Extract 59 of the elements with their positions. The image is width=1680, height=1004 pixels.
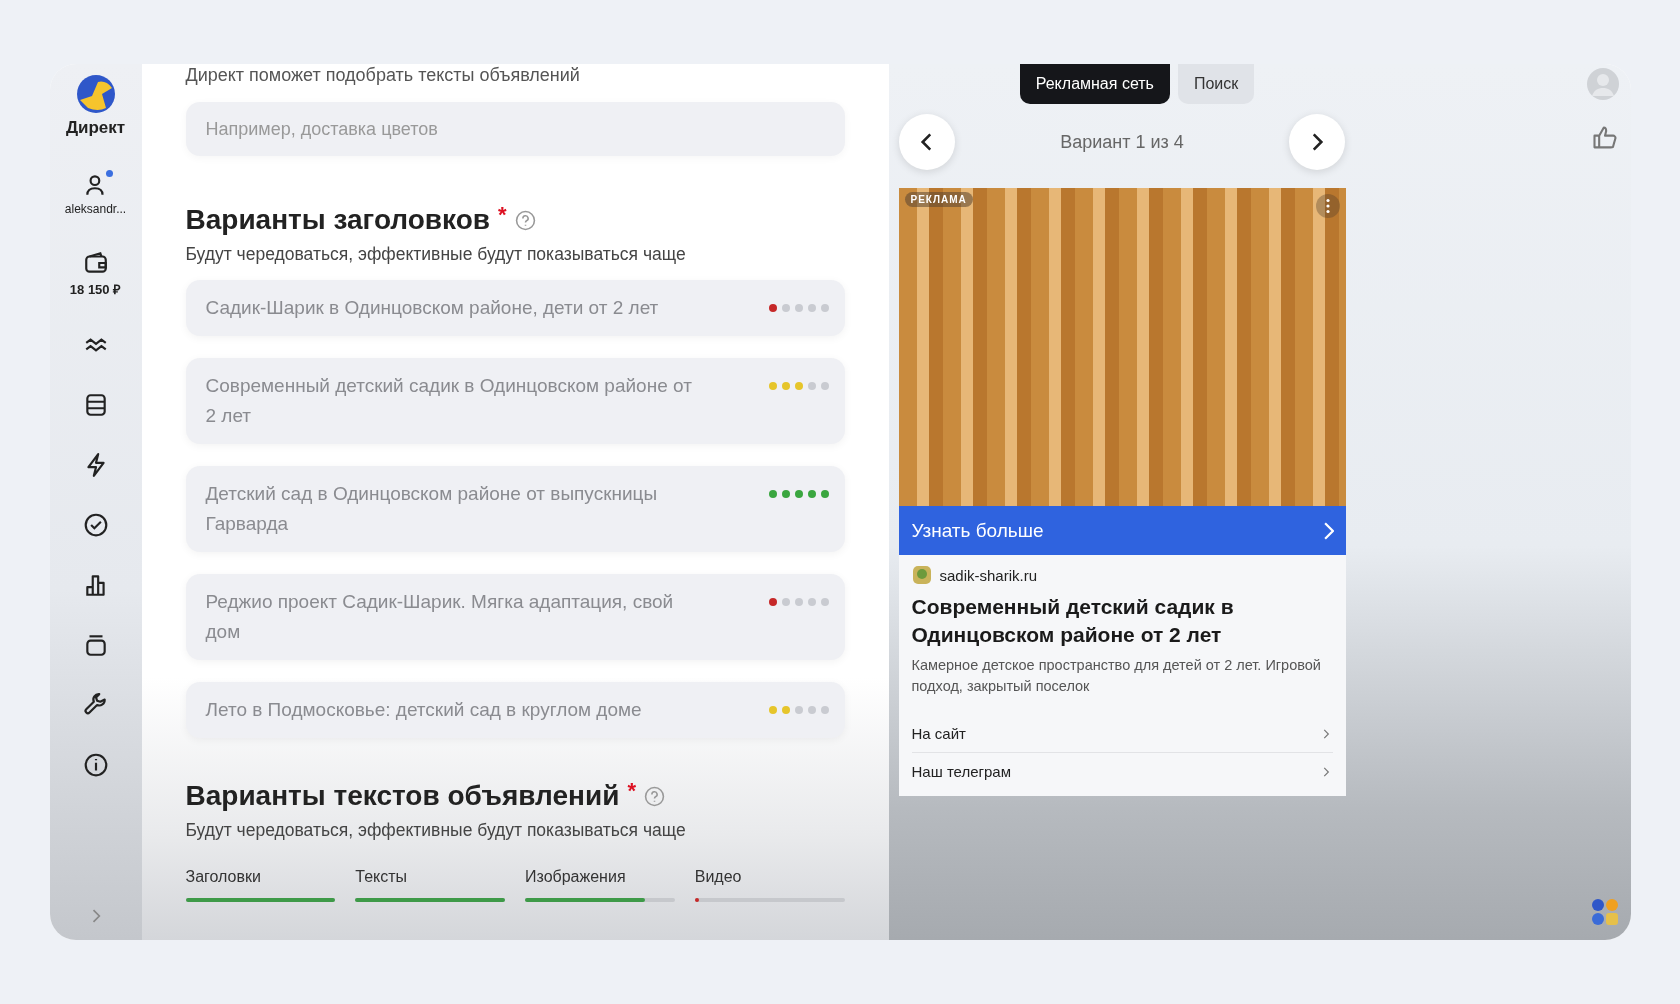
section-subtitle: Будут чередоваться, эффективные будут показываться чаще bbox=[185, 819, 687, 842]
more-icon[interactable] bbox=[1315, 194, 1340, 218]
checkmark-circle-icon[interactable] bbox=[82, 512, 109, 538]
chevron-right-icon bbox=[1323, 521, 1334, 540]
section-title: Варианты текстов объявлений bbox=[185, 779, 620, 813]
learn-more-button[interactable]: Узнать больше bbox=[898, 506, 1346, 555]
ad-title[interactable]: Современный детский садик в Одинцовском районе от 2 лет bbox=[911, 593, 1252, 649]
rating-dot bbox=[807, 304, 816, 312]
rating-dot bbox=[807, 598, 816, 606]
rating-dot bbox=[794, 706, 803, 714]
rating-dot bbox=[768, 706, 777, 714]
sitelink[interactable]: Наш телеграм bbox=[911, 752, 1333, 790]
logo-icon[interactable] bbox=[75, 74, 116, 114]
wallet-icon[interactable] bbox=[82, 250, 109, 276]
progress-label[interactable]: Видео bbox=[694, 868, 845, 886]
rating-dot bbox=[781, 382, 790, 390]
ad-domain[interactable]: sadik-sharik.ru bbox=[939, 566, 1038, 584]
rating-dot bbox=[794, 382, 803, 390]
preview-tab[interactable]: Рекламная сеть bbox=[1019, 64, 1170, 104]
rating-dot bbox=[820, 304, 829, 312]
app-icons-drawing bbox=[1590, 898, 1619, 926]
preview-tab[interactable]: Поиск bbox=[1177, 64, 1255, 104]
progress-label[interactable]: Изображения bbox=[525, 868, 675, 886]
info-icon[interactable] bbox=[82, 752, 109, 778]
section-title: Варианты заголовков bbox=[185, 203, 490, 237]
rating-dot bbox=[768, 382, 777, 390]
progress-label[interactable]: Тексты bbox=[355, 868, 505, 886]
rating-dot bbox=[794, 490, 803, 498]
rating-dot bbox=[781, 706, 790, 714]
sitelink[interactable]: На сайт bbox=[911, 715, 1333, 752]
ad-description: Камерное детское пространство для детей от 2 лет. Игровой подход, закрытый поселок bbox=[911, 656, 1322, 696]
rating-dot bbox=[781, 490, 790, 498]
ad-badge: РЕКЛАМА bbox=[904, 192, 973, 207]
logo-text: Директ bbox=[65, 118, 126, 138]
help-icon[interactable] bbox=[514, 210, 536, 231]
rating-dot bbox=[807, 490, 816, 498]
rating-dot bbox=[820, 706, 829, 714]
rating-dot bbox=[807, 382, 816, 390]
section-subtitle: Будут чередоваться, эффективные будут показываться чаще bbox=[185, 243, 687, 266]
required-mark: * bbox=[498, 202, 507, 228]
rating-dot bbox=[820, 382, 829, 390]
site-favicon-icon bbox=[911, 565, 932, 585]
rating-dot bbox=[820, 490, 829, 498]
hint-text: Директ поможет подобрать тексты объявлений bbox=[185, 64, 581, 86]
rating-dot bbox=[768, 304, 777, 312]
rating-dot bbox=[768, 598, 777, 606]
progress-label[interactable]: Заголовки bbox=[185, 868, 336, 886]
rating-dot bbox=[781, 304, 790, 312]
variant-counter: Вариант 1 из 4 bbox=[1060, 131, 1184, 153]
rating-dot bbox=[794, 304, 803, 312]
rating-dot bbox=[807, 706, 816, 714]
required-mark: * bbox=[627, 778, 636, 804]
rating-dot bbox=[768, 490, 777, 498]
balance-text: 18 150 ₽ bbox=[69, 281, 122, 298]
rating-dot bbox=[820, 598, 829, 606]
user-name[interactable]: aleksandr... bbox=[64, 202, 127, 216]
search-field[interactable]: Например, доставка цветов bbox=[185, 102, 845, 156]
rating-dot bbox=[794, 598, 803, 606]
rating-dot bbox=[781, 598, 790, 606]
